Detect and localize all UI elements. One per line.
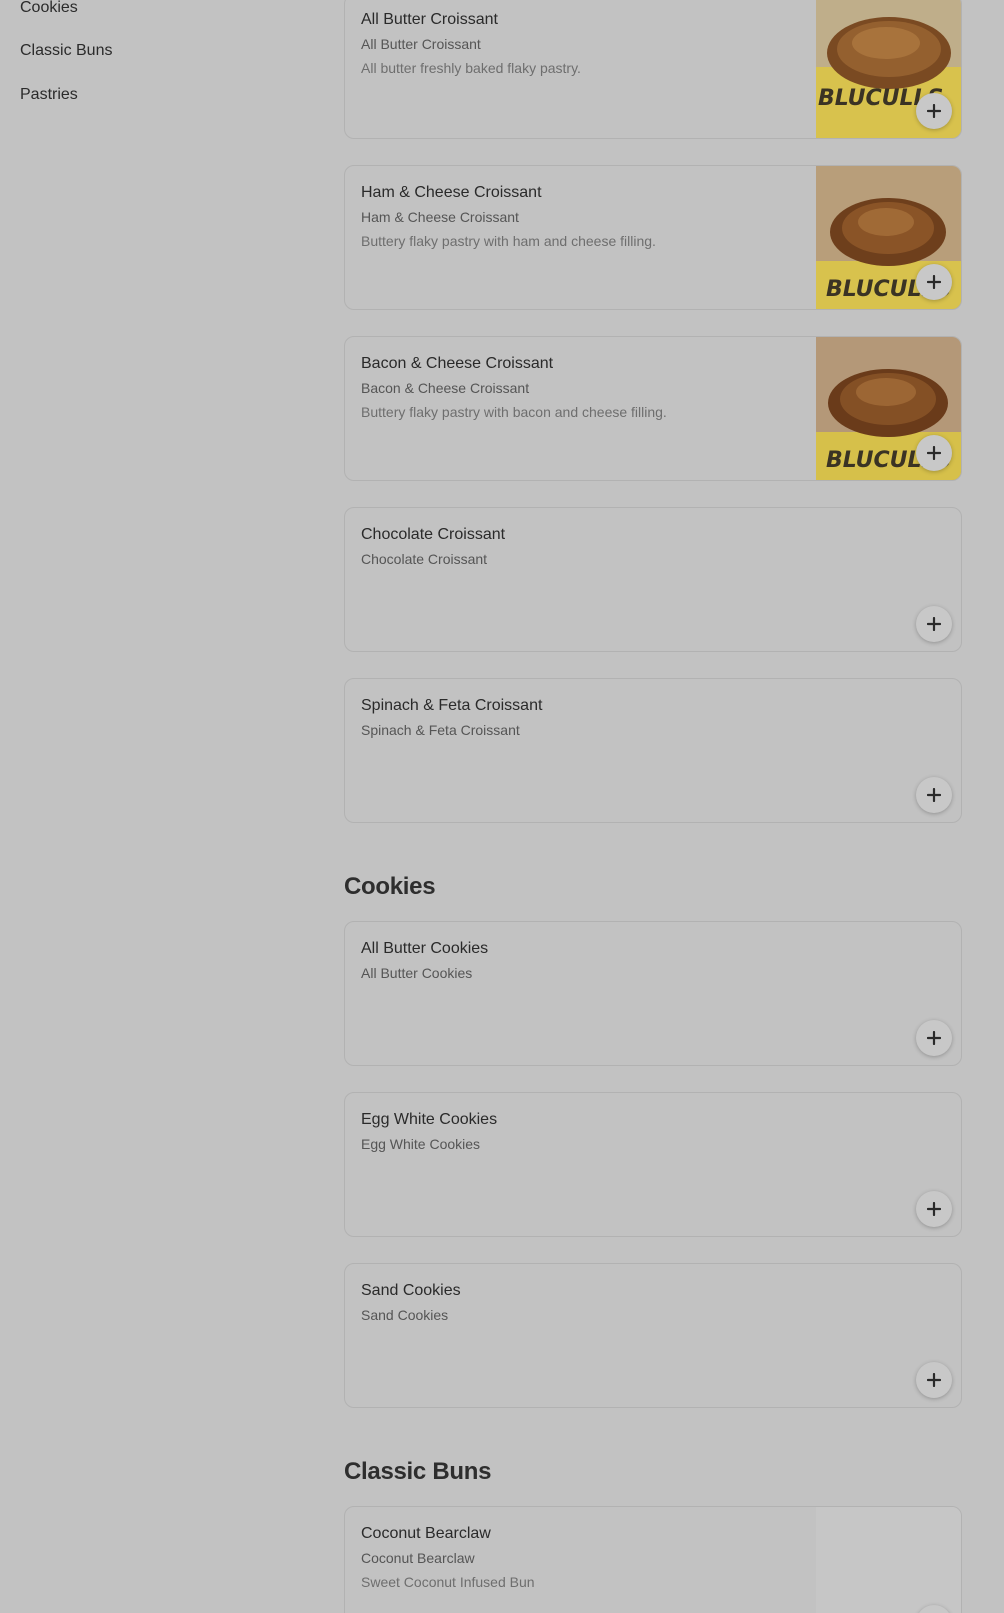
add-to-cart-button[interactable]: [916, 435, 952, 471]
menu-item-card[interactable]: All Butter Cookies All Butter Cookies: [344, 921, 962, 1066]
plus-icon: [927, 617, 941, 631]
section-title-cookies: Cookies: [344, 873, 436, 900]
menu-item-card[interactable]: Coconut Bearclaw Coconut Bearclaw Sweet …: [344, 1506, 962, 1613]
item-title: Coconut Bearclaw: [361, 1525, 491, 1542]
item-description: Buttery flaky pastry with bacon and chee…: [361, 404, 667, 420]
item-subtitle: Sand Cookies: [361, 1307, 449, 1323]
menu-item-card[interactable]: Bacon & Cheese Croissant Bacon & Cheese …: [344, 336, 962, 481]
item-title: Bacon & Cheese Croissant: [361, 355, 554, 372]
menu-item-card[interactable]: All Butter Croissant All Butter Croissan…: [344, 0, 962, 139]
add-to-cart-button[interactable]: [916, 1191, 952, 1227]
plus-icon: [927, 1202, 941, 1216]
menu-item-card[interactable]: Spinach & Feta Croissant Spinach & Feta …: [344, 678, 962, 823]
item-description: All butter freshly baked flaky pastry.: [361, 60, 581, 76]
item-subtitle: Spinach & Feta Croissant: [361, 722, 520, 738]
section-title-classic-buns: Classic Buns: [344, 1458, 492, 1485]
add-to-cart-button[interactable]: [916, 1362, 952, 1398]
plus-icon: [927, 446, 941, 460]
item-subtitle: Coconut Bearclaw: [361, 1550, 475, 1566]
item-subtitle: Bacon & Cheese Croissant: [361, 380, 530, 396]
item-subtitle: Chocolate Croissant: [361, 551, 488, 567]
item-description: Sweet Coconut Infused Bun: [361, 1574, 535, 1590]
item-title: All Butter Cookies: [361, 940, 489, 957]
add-to-cart-button[interactable]: [916, 777, 952, 813]
item-title: Ham & Cheese Croissant: [361, 184, 542, 201]
sidebar-item-cookies[interactable]: Cookies: [20, 0, 78, 17]
item-title: Chocolate Croissant: [361, 526, 506, 543]
item-subtitle: All Butter Croissant: [361, 36, 481, 52]
item-subtitle: All Butter Cookies: [361, 965, 473, 981]
add-to-cart-button[interactable]: [916, 1020, 952, 1056]
add-to-cart-button[interactable]: [916, 93, 952, 129]
plus-icon: [927, 275, 941, 289]
image-placeholder: [816, 1507, 961, 1613]
menu-item-card[interactable]: Ham & Cheese Croissant Ham & Cheese Croi…: [344, 165, 962, 310]
item-title: Egg White Cookies: [361, 1111, 498, 1128]
item-subtitle: Egg White Cookies: [361, 1136, 481, 1152]
menu-item-card[interactable]: Chocolate Croissant Chocolate Croissant: [344, 507, 962, 652]
sidebar-item-classic-buns[interactable]: Classic Buns: [20, 42, 112, 60]
item-subtitle: Ham & Cheese Croissant: [361, 209, 519, 225]
plus-icon: [927, 104, 941, 118]
menu-page: Cookies Classic Buns Pastries All Butter…: [0, 0, 1004, 1613]
menu-item-card[interactable]: Egg White Cookies Egg White Cookies: [344, 1092, 962, 1237]
plus-icon: [927, 1373, 941, 1387]
item-title: All Butter Croissant: [361, 11, 498, 28]
item-title: Spinach & Feta Croissant: [361, 697, 543, 714]
plus-icon: [927, 788, 941, 802]
item-description: Buttery flaky pastry with ham and cheese…: [361, 233, 656, 249]
add-to-cart-button[interactable]: [916, 606, 952, 642]
plus-icon: [927, 1031, 941, 1045]
item-title: Sand Cookies: [361, 1282, 461, 1299]
add-to-cart-button[interactable]: [916, 264, 952, 300]
menu-item-card[interactable]: Sand Cookies Sand Cookies: [344, 1263, 962, 1408]
sidebar-item-pastries[interactable]: Pastries: [20, 86, 78, 104]
